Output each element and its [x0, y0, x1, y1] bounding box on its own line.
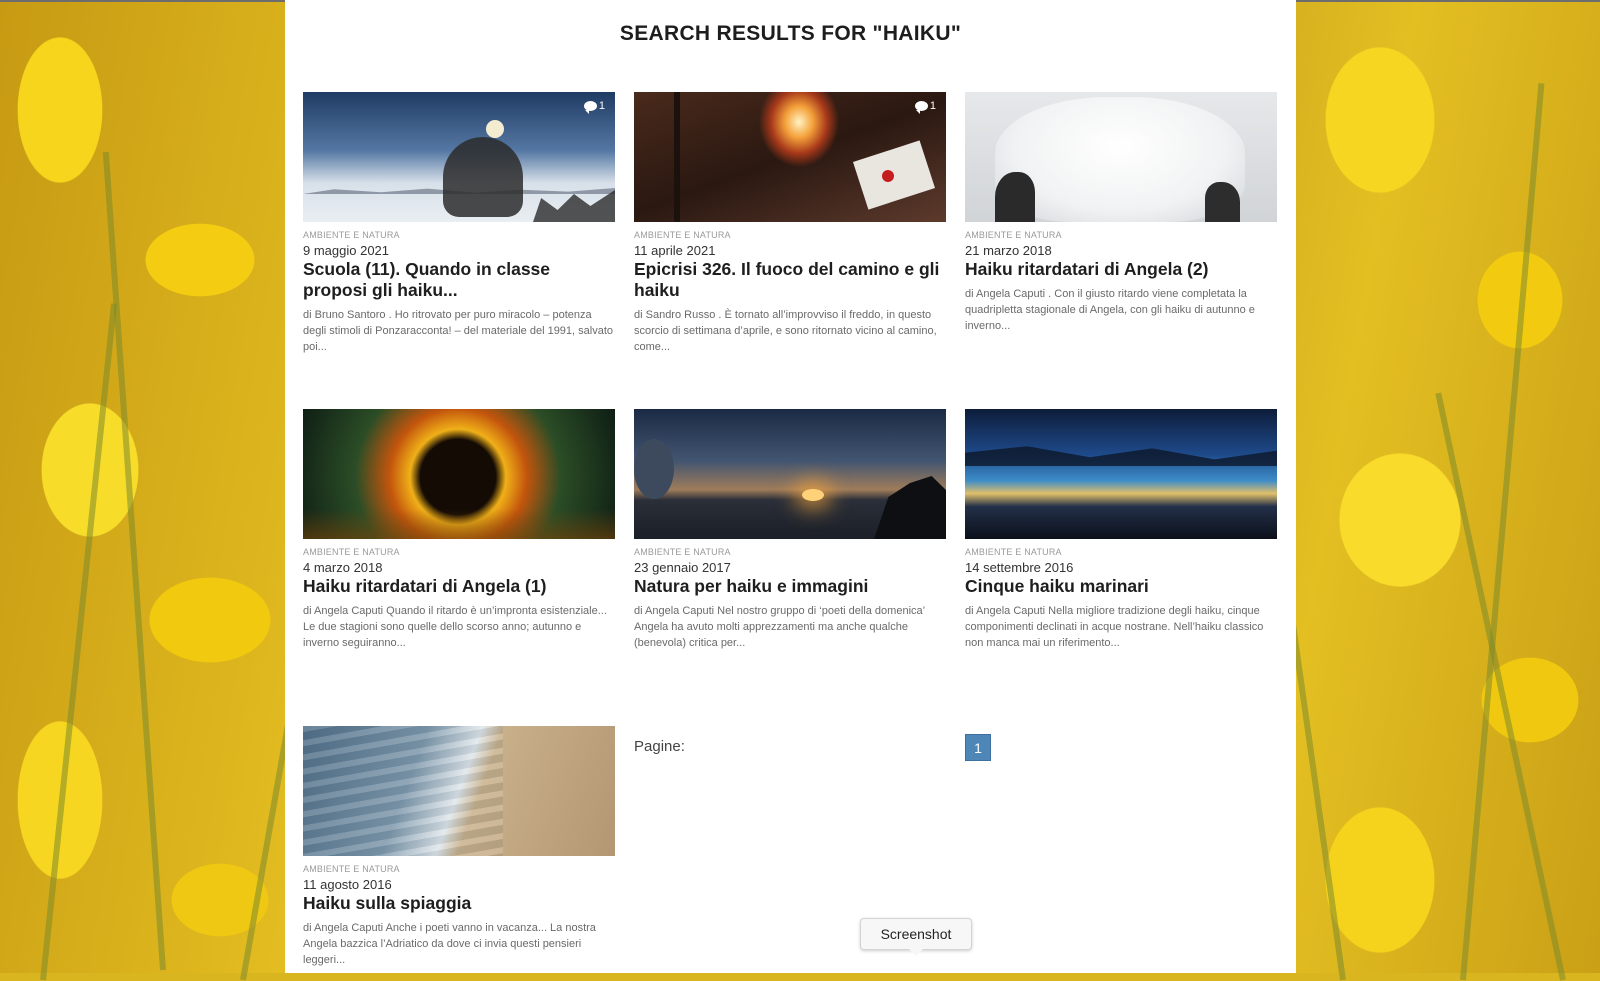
comment-icon: [583, 101, 597, 114]
result-title[interactable]: Haiku ritardatari di Angela (2): [965, 259, 1277, 280]
result-card[interactable]: AMBIENTE E NATURA 4 marzo 2018 Haiku rit…: [303, 409, 615, 651]
result-date: 9 maggio 2021: [303, 243, 390, 258]
result-category[interactable]: AMBIENTE E NATURA: [303, 230, 615, 240]
result-excerpt: di Sandro Russo . È tornato all’improvvi…: [634, 309, 937, 353]
result-date: 14 settembre 2016: [965, 560, 1074, 575]
pagination-label: Pagine:: [634, 738, 685, 755]
result-thumbnail[interactable]: [303, 726, 615, 856]
result-category[interactable]: AMBIENTE E NATURA: [965, 547, 1277, 557]
result-title[interactable]: Scuola (11). Quando in classe proposi gl…: [303, 259, 615, 301]
result-excerpt: di Angela Caputi Nella migliore tradizio…: [965, 605, 1264, 649]
result-category[interactable]: AMBIENTE E NATURA: [634, 547, 946, 557]
result-title[interactable]: Natura per haiku e immagini: [634, 576, 946, 597]
result-date: 11 agosto 2016: [303, 877, 392, 892]
result-excerpt: di Bruno Santoro . Ho ritrovato per puro…: [303, 309, 614, 353]
result-card[interactable]: AMBIENTE E NATURA 11 agosto 2016 Haiku s…: [303, 726, 615, 968]
result-thumbnail[interactable]: [965, 92, 1277, 222]
page-title: SEARCH RESULTS FOR "HAIKU": [619, 22, 962, 45]
result-date: 23 gennaio 2017: [634, 560, 731, 575]
result-card[interactable]: AMBIENTE E NATURA 23 gennaio 2017 Natura…: [634, 409, 946, 651]
result-thumbnail[interactable]: [303, 409, 615, 539]
result-title[interactable]: Haiku sulla spiaggia: [303, 893, 615, 914]
screenshot-tooltip: Screenshot: [860, 918, 972, 956]
result-date: 11 aprile 2021: [634, 243, 716, 258]
result-card[interactable]: AMBIENTE E NATURA 14 settembre 2016 Cinq…: [965, 409, 1277, 651]
result-title[interactable]: Cinque haiku marinari: [965, 576, 1277, 597]
result-thumbnail[interactable]: [634, 409, 946, 539]
result-title[interactable]: Epicrisi 326. Il fuoco del camino e gli …: [634, 259, 946, 301]
result-thumbnail[interactable]: 1: [303, 92, 615, 222]
result-title[interactable]: Haiku ritardatari di Angela (1): [303, 576, 615, 597]
result-excerpt: di Angela Caputi Nel nostro gruppo di ‘p…: [634, 605, 925, 649]
result-card[interactable]: AMBIENTE E NATURA 21 marzo 2018 Haiku ri…: [965, 92, 1277, 334]
result-date: 4 marzo 2018: [303, 560, 383, 575]
comment-count[interactable]: 1: [914, 100, 936, 114]
result-excerpt: di Angela Caputi Quando il ritardo è un’…: [303, 605, 607, 649]
result-category[interactable]: AMBIENTE E NATURA: [634, 230, 946, 240]
comment-count[interactable]: 1: [583, 100, 605, 114]
result-date: 21 marzo 2018: [965, 243, 1052, 258]
pagination-page-1[interactable]: 1: [965, 734, 991, 761]
result-category[interactable]: AMBIENTE E NATURA: [303, 864, 615, 874]
result-excerpt: di Angela Caputi Anche i poeti vanno in …: [303, 922, 596, 966]
result-thumbnail[interactable]: [965, 409, 1277, 539]
result-excerpt: di Angela Caputi . Con il giusto ritardo…: [965, 288, 1255, 332]
result-card[interactable]: 1 AMBIENTE E NATURA 11 aprile 2021 Epicr…: [634, 92, 946, 355]
comment-icon: [914, 101, 928, 114]
result-category[interactable]: AMBIENTE E NATURA: [965, 230, 1277, 240]
result-card[interactable]: 1 AMBIENTE E NATURA 9 maggio 2021 Scuola…: [303, 92, 615, 355]
main-content: SEARCH RESULTS FOR "HAIKU" 1 AMBIENTE E …: [285, 0, 1296, 973]
result-category[interactable]: AMBIENTE E NATURA: [303, 547, 615, 557]
result-thumbnail[interactable]: 1: [634, 92, 946, 222]
